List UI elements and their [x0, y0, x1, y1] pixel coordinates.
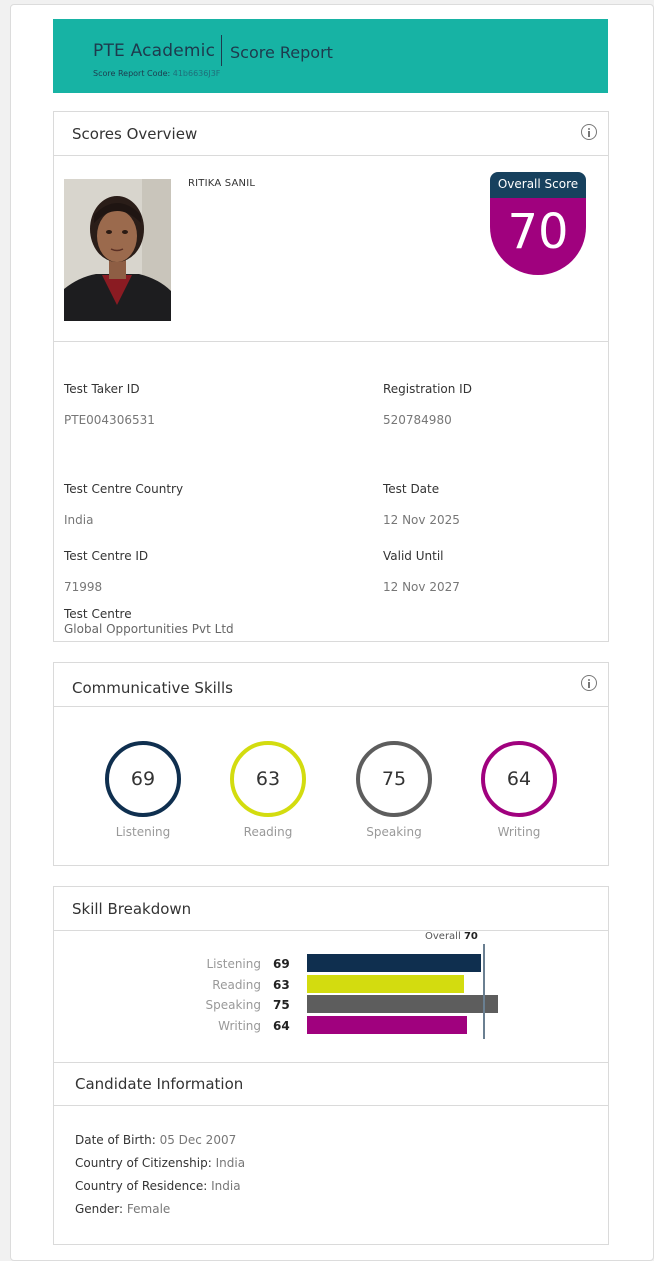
- test-date-label: Test Date: [383, 482, 440, 496]
- overall-score-badge: Overall Score 70: [490, 172, 586, 275]
- candidate-gender-value: Female: [126, 1202, 171, 1216]
- bar-speaking: [307, 995, 498, 1013]
- score-report-code: Score Report Code: 41b6636J3F: [93, 69, 220, 78]
- skill-ring-speaking: 75 Speaking: [354, 741, 434, 839]
- brand-name: PTE Academic: [93, 41, 216, 61]
- candidate-gender: Gender: Female: [75, 1202, 170, 1216]
- info-icon[interactable]: [581, 675, 597, 691]
- skill-ring-speaking-label: Speaking: [366, 825, 422, 839]
- test-centre-id-label: Test Centre ID: [64, 549, 149, 563]
- bar-reading: [307, 975, 464, 993]
- score-report-code-value: 41b6636J3F: [172, 69, 221, 78]
- divider: [54, 706, 608, 707]
- skill-ring-writing-circle: 64: [481, 741, 557, 817]
- overall-marker-value: 70: [463, 931, 478, 942]
- candidate-dob-label: Date of Birth:: [75, 1133, 156, 1147]
- overall-score-value: 70: [507, 204, 569, 260]
- divider: [54, 930, 608, 931]
- scores-overview-title: Scores Overview: [72, 125, 198, 143]
- header-divider: [221, 35, 222, 66]
- candidate-dob: Date of Birth: 05 Dec 2007: [75, 1133, 236, 1147]
- test-centre-id-value: 71998: [64, 580, 103, 594]
- bar-writing: [307, 1016, 467, 1034]
- skill-ring-listening-circle: 69: [105, 741, 181, 817]
- bar-label-writing: Writing: [218, 1019, 261, 1033]
- report-title: Score Report: [230, 43, 333, 62]
- skill-ring-writing: 64 Writing: [479, 741, 559, 839]
- valid-until-label: Valid Until: [383, 549, 444, 563]
- test-taker-id-label: Test Taker ID: [64, 382, 140, 396]
- skill-ring-reading: 63 Reading: [228, 741, 308, 839]
- skill-ring-writing-label: Writing: [497, 825, 541, 839]
- test-centre-country-value: India: [64, 513, 94, 527]
- skill-ring-reading-circle: 63: [230, 741, 306, 817]
- bar-label-reading: Reading: [212, 978, 261, 992]
- score-report-code-label: Score Report Code:: [93, 69, 171, 78]
- overall-marker-line: [483, 944, 485, 1039]
- candidate-dob-value: 05 Dec 2007: [159, 1133, 237, 1147]
- test-centre-label: Test Centre: [64, 607, 132, 621]
- info-icon[interactable]: [581, 124, 597, 140]
- candidate-information-title: Candidate Information: [75, 1075, 244, 1093]
- test-centre-country-label: Test Centre Country: [64, 482, 184, 496]
- bar-score-reading: 63: [273, 978, 290, 992]
- skill-breakdown-title: Skill Breakdown: [72, 900, 192, 918]
- bar-label-listening: Listening: [206, 957, 261, 971]
- candidate-name: RITIKA SANIL: [188, 178, 256, 189]
- candidate-citizenship: Country of Citizenship: India: [75, 1156, 245, 1170]
- overall-score-label: Overall Score: [490, 172, 586, 198]
- skill-ring-listening-label: Listening: [115, 825, 171, 839]
- test-date-value: 12 Nov 2025: [383, 513, 460, 527]
- valid-until-value: 12 Nov 2027: [383, 580, 460, 594]
- candidate-residence: Country of Residence: India: [75, 1179, 241, 1193]
- test-taker-id-value: PTE004306531: [64, 413, 155, 427]
- candidate-gender-label: Gender:: [75, 1202, 124, 1216]
- overall-marker-text: Overall: [425, 931, 461, 942]
- candidate-residence-value: India: [211, 1179, 241, 1193]
- candidate-residence-label: Country of Residence:: [75, 1179, 208, 1193]
- candidate-photo-graphic: [64, 179, 171, 321]
- candidate-citizenship-label: Country of Citizenship:: [75, 1156, 212, 1170]
- bar-score-writing: 64: [273, 1019, 290, 1033]
- divider: [54, 1105, 608, 1106]
- divider: [54, 1062, 608, 1063]
- overall-marker-label: Overall 70: [425, 931, 478, 942]
- communicative-skills-title: Communicative Skills: [72, 679, 233, 697]
- candidate-photo: [64, 179, 171, 321]
- test-centre-value: Global Opportunities Pvt Ltd: [64, 622, 234, 636]
- divider: [54, 341, 608, 342]
- bar-listening: [307, 954, 481, 972]
- skill-ring-speaking-circle: 75: [356, 741, 432, 817]
- divider: [54, 155, 608, 156]
- skill-ring-reading-label: Reading: [243, 825, 293, 839]
- registration-id-label: Registration ID: [383, 382, 472, 396]
- bar-score-listening: 69: [273, 957, 290, 971]
- bar-score-speaking: 75: [273, 998, 290, 1012]
- bar-label-speaking: Speaking: [205, 998, 261, 1012]
- candidate-citizenship-value: India: [215, 1156, 246, 1170]
- skill-ring-listening: 69 Listening: [103, 741, 183, 839]
- registration-id-value: 520784980: [383, 413, 452, 427]
